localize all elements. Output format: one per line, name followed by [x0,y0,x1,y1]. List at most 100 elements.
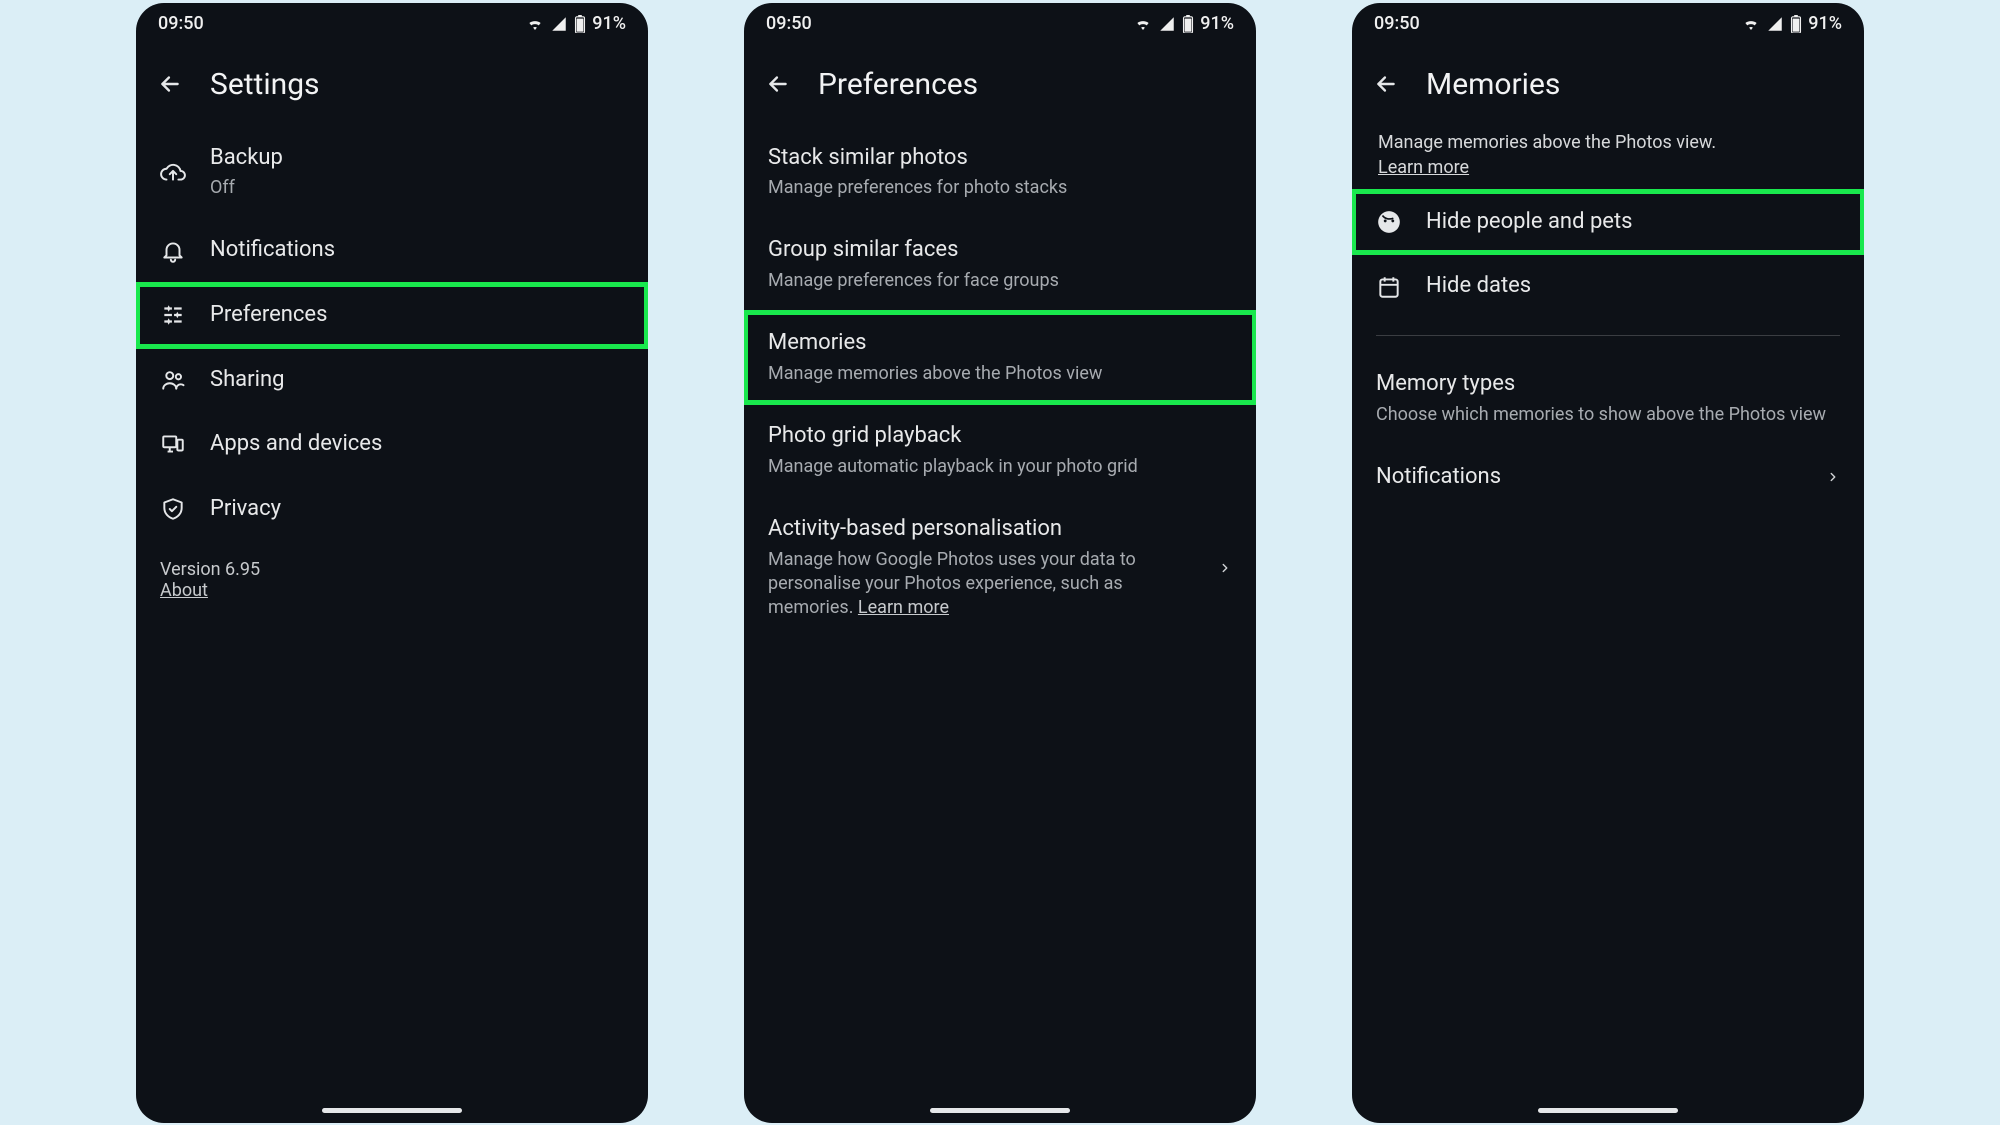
preferences-screen: 09:50 91% Preferences Stack similar phot… [744,3,1256,1123]
list-item-subtitle: Choose which memories to show above the … [1376,403,1840,427]
list-item-title: Hide people and pets [1426,208,1840,237]
list-item[interactable]: Memories Manage memories above the Photos… [744,311,1256,404]
calendar-icon [1376,274,1402,300]
status-indicators: 91% [1742,13,1842,34]
signal-icon [550,15,568,33]
list-item-title: Notifications [210,236,624,265]
learn-more-link[interactable]: Learn more [858,597,949,618]
page-header: Preferences [744,45,1256,126]
status-bar: 09:50 91% [1352,3,1864,45]
list-item[interactable]: Hide dates [1352,254,1864,319]
list-item-texts: Notifications [210,236,624,265]
page-header: Settings [136,45,648,126]
battery-percent: 91% [1808,13,1842,34]
list-item[interactable]: Activity-based personalisation Manage how… [744,497,1256,638]
list-item-title: Stack similar photos [768,144,1232,173]
status-indicators: 91% [526,13,626,34]
clock: 09:50 [766,13,812,34]
status-bar: 09:50 91% [744,3,1256,45]
list-item[interactable]: Notifications [1352,445,1864,510]
clock: 09:50 [1374,13,1420,34]
nav-handle[interactable] [930,1108,1070,1113]
settings-list: Stack similar photos Manage preferences f… [744,126,1256,639]
shield-icon [160,496,186,522]
people-icon [160,367,186,393]
list-item-title: Photo grid playback [768,422,1232,451]
clock: 09:50 [158,13,204,34]
list-item-texts: Notifications [1376,463,1802,492]
back-button[interactable] [764,70,792,98]
battery-icon [1790,15,1802,33]
signal-icon [1158,15,1176,33]
page-header: Memories [1352,45,1864,126]
version-footer: Version 6.95 About [136,541,648,619]
cloud-upload-icon [160,159,186,185]
page-title: Preferences [818,67,978,102]
list-item-texts: Hide dates [1426,272,1840,301]
wifi-icon [1742,15,1760,33]
list-item[interactable]: Stack similar photosManage preferences f… [744,126,1256,219]
status-indicators: 91% [1134,13,1234,34]
list-item-title: Sharing [210,366,624,395]
wifi-icon [526,15,544,33]
list-item-title: Apps and devices [210,430,624,459]
list-item-texts: Memory types Choose which memories to sho… [1376,370,1840,427]
settings-list: Backup Off Notifications Preferences Shar… [136,126,648,542]
devices-icon [160,431,186,457]
list-item-subtitle: Off [210,176,624,200]
list-item[interactable]: Notifications [136,218,648,283]
list-item-title: Activity-based personalisation [768,515,1194,544]
list-item-title: Memory types [1376,370,1840,399]
list-item-texts: Activity-based personalisation Manage how… [768,515,1194,620]
list-item-texts: Photo grid playback Manage automatic play… [768,422,1232,479]
tune-icon [160,302,186,328]
list-item[interactable]: Group similar facesManage preferences fo… [744,218,1256,311]
back-button[interactable] [1372,70,1400,98]
page-title: Memories [1426,67,1560,102]
list-item-title: Memories [768,329,1232,358]
list-item-title: Notifications [1376,463,1802,492]
list-item[interactable]: Apps and devices [136,412,648,477]
list-item[interactable]: Privacy [136,477,648,542]
list-item-subtitle: Manage automatic playback in your photo … [768,455,1232,479]
list-item-title: Backup [210,144,624,173]
status-bar: 09:50 91% [136,3,648,45]
list-item-texts: Stack similar photosManage preferences f… [768,144,1232,201]
battery-percent: 91% [592,13,626,34]
list-item-subtitle: Manage preferences for face groups [768,269,1232,293]
list-item-title: Hide dates [1426,272,1840,301]
list-item-texts: Preferences [210,301,624,330]
bell-icon [160,238,186,264]
section-divider [1376,335,1840,336]
list-item-title: Preferences [210,301,624,330]
list-item[interactable]: Preferences [136,283,648,348]
nav-handle[interactable] [1538,1108,1678,1113]
about-link[interactable]: About [160,580,208,601]
list-item-subtitle: Manage how Google Photos uses your data … [768,548,1194,621]
list-item[interactable]: Backup Off [136,126,648,219]
list-item-subtitle: Manage memories above the Photos view [768,362,1232,386]
list-item-texts: Sharing [210,366,624,395]
list-item[interactable]: Photo grid playback Manage automatic play… [744,404,1256,497]
signal-icon [1766,15,1784,33]
list-item[interactable]: Sharing [136,348,648,413]
list-item-texts: Hide people and pets [1426,208,1840,237]
chevron-right-icon [1218,557,1232,579]
list-item-texts: Backup Off [210,144,624,201]
list-item-texts: Memories Manage memories above the Photos… [768,329,1232,386]
back-button[interactable] [156,70,184,98]
list-item[interactable]: Hide people and pets [1352,190,1864,255]
face-icon [1376,209,1402,235]
battery-icon [1182,15,1194,33]
learn-more-link[interactable]: Learn more [1378,157,1469,178]
intro-text: Manage memories above the Photos view. L… [1352,126,1864,190]
version-text: Version 6.95 [160,559,624,580]
nav-handle[interactable] [322,1108,462,1113]
wifi-icon [1134,15,1152,33]
list-item-texts: Apps and devices [210,430,624,459]
list-item-title: Privacy [210,495,624,524]
list-item[interactable]: Memory types Choose which memories to sho… [1352,352,1864,445]
page-title: Settings [210,67,320,102]
battery-percent: 91% [1200,13,1234,34]
chevron-right-icon [1826,466,1840,488]
